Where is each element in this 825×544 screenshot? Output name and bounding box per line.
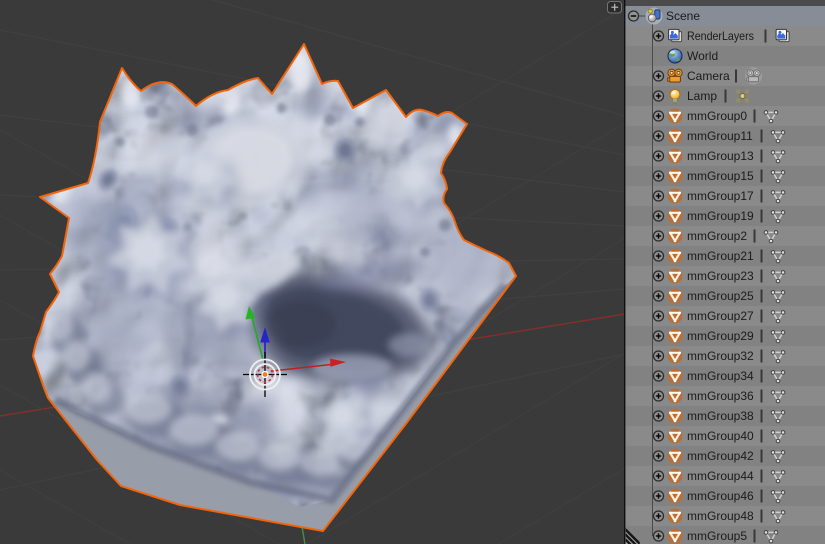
svg-text:Scene: Scene (666, 9, 700, 23)
svg-text:mmGroup0: mmGroup0 (687, 109, 747, 123)
svg-text:RenderLayers: RenderLayers (687, 29, 754, 43)
svg-text:mmGroup32: mmGroup32 (687, 349, 754, 363)
svg-text:mmGroup46: mmGroup46 (687, 489, 754, 503)
svg-text:mmGroup13: mmGroup13 (687, 149, 754, 163)
svg-text:mmGroup29: mmGroup29 (687, 329, 754, 343)
svg-text:mmGroup42: mmGroup42 (687, 449, 754, 463)
svg-text:World: World (687, 49, 718, 63)
svg-text:mmGroup48: mmGroup48 (687, 509, 754, 523)
svg-text:mmGroup2: mmGroup2 (687, 229, 747, 243)
svg-text:mmGroup34: mmGroup34 (687, 369, 754, 383)
svg-text:Camera: Camera (687, 69, 730, 83)
svg-text:mmGroup40: mmGroup40 (687, 429, 754, 443)
svg-text:mmGroup17: mmGroup17 (687, 189, 754, 203)
svg-text:mmGroup11: mmGroup11 (687, 129, 753, 143)
svg-text:mmGroup44: mmGroup44 (687, 469, 754, 483)
svg-text:mmGroup19: mmGroup19 (687, 209, 754, 223)
svg-text:Lamp: Lamp (687, 89, 717, 103)
svg-text:mmGroup36: mmGroup36 (687, 389, 754, 403)
svg-text:mmGroup5: mmGroup5 (687, 529, 747, 543)
svg-text:mmGroup15: mmGroup15 (687, 169, 754, 183)
svg-text:mmGroup21: mmGroup21 (687, 249, 754, 263)
svg-text:mmGroup25: mmGroup25 (687, 289, 754, 303)
svg-text:mmGroup27: mmGroup27 (687, 309, 754, 323)
svg-text:mmGroup23: mmGroup23 (687, 269, 754, 283)
svg-text:mmGroup38: mmGroup38 (687, 409, 754, 423)
